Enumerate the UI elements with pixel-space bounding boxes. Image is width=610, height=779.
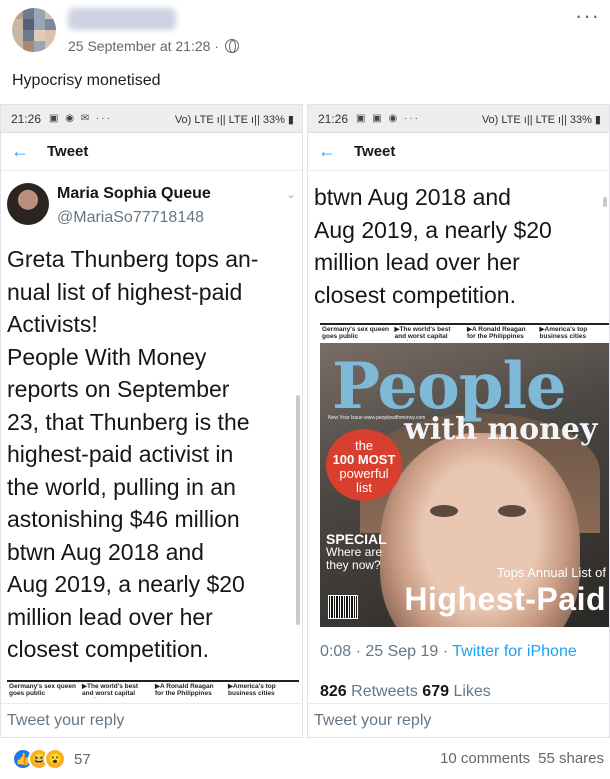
nav-title: Tweet bbox=[47, 143, 89, 160]
badge-line: powerful bbox=[339, 466, 389, 481]
strip-item: ▶The world's best and worst capital mark… bbox=[82, 683, 139, 698]
tweet-via-link[interactable]: Twitter for iPhone bbox=[452, 643, 577, 660]
strip-item: ▶America's top business cities bbox=[228, 683, 276, 697]
tweet-meta: 0:08 · 25 Sep 19 · Twitter for iPhone bbox=[320, 643, 577, 661]
tweet-user-row[interactable]: Maria Sophia Queue @MariaSo77718148 ⌄ bbox=[1, 177, 302, 237]
strip-item: Germany's sex queen goes public bbox=[9, 683, 76, 697]
status-bar: 21:26 ▣ ◉ ✉ ··· Vo) LTE ı|| LTE ı|| 33% … bbox=[1, 105, 302, 133]
cover-barcode bbox=[328, 595, 358, 619]
tweet-nav: ← Tweet bbox=[1, 133, 302, 171]
strip-item: ▶A Ronald Reagan for the Philippines bbox=[467, 326, 526, 340]
tweet-text: btwn Aug 2018 and Aug 2019, a nearly $20… bbox=[314, 184, 552, 308]
tweet-stats: 826 Retweets 679 Likes bbox=[320, 683, 491, 701]
wow-icon: 😮 bbox=[44, 748, 66, 770]
post-meta: 25 September at 21:28 · bbox=[68, 38, 239, 54]
cover-badge: the 100 MOST powerful list bbox=[326, 429, 402, 501]
badge-line: the bbox=[354, 438, 374, 453]
status-right: Vo) LTE ı|| LTE ı|| 33% ▮ bbox=[481, 114, 601, 126]
badge-line: 100 MOST bbox=[332, 452, 396, 467]
post-timestamp[interactable]: 25 September at 21:28 · bbox=[68, 38, 219, 54]
tweet-nav: ← Tweet bbox=[308, 133, 609, 171]
cover-eye bbox=[498, 505, 526, 517]
avatar-pixel bbox=[12, 8, 23, 19]
cover-tops-text: Tops Annual List of bbox=[496, 565, 606, 580]
left-screenshot: 21:26 ▣ ◉ ✉ ··· Vo) LTE ı|| LTE ı|| 33% … bbox=[0, 104, 303, 738]
cover-highest-paid: Highest-Paid bbox=[404, 581, 606, 617]
scrollbar[interactable] bbox=[603, 197, 607, 207]
magazine-cover-image[interactable]: New Year Issue www.peoplewithmoney.com P… bbox=[320, 343, 609, 627]
likes-count[interactable]: 679 bbox=[422, 683, 449, 700]
avatar-pixel bbox=[34, 30, 45, 41]
status-icons: ▣ ▣ ◉ ··· bbox=[356, 113, 420, 124]
avatar[interactable] bbox=[12, 8, 56, 52]
strip-item: ▶The world's best and worst capital mark… bbox=[394, 326, 451, 341]
status-time: 21:26 bbox=[318, 111, 349, 126]
strip-item: Germany's sex queen goes public bbox=[322, 326, 389, 340]
status-bar: 21:26 ▣ ▣ ◉ ··· Vo) LTE ı|| LTE ı|| 33% … bbox=[308, 105, 609, 133]
arrow-left-icon[interactable]: ← bbox=[318, 141, 348, 162]
avatar-pixel bbox=[23, 19, 34, 30]
cover-subtitle: with money bbox=[404, 412, 598, 447]
magazine-strip: Germany's sex queen goes public ▶The wor… bbox=[320, 323, 609, 341]
cover-special: SPECIAL Where are they now? bbox=[326, 532, 387, 572]
more-horizontal-icon[interactable]: ··· bbox=[575, 5, 600, 27]
chevron-down-icon[interactable]: ⌄ bbox=[286, 187, 296, 201]
avatar-pixel bbox=[45, 19, 56, 30]
reply-input[interactable]: Tweet your reply bbox=[308, 703, 609, 737]
tweet-avatar[interactable] bbox=[7, 183, 49, 225]
arrow-left-icon[interactable]: ← bbox=[11, 141, 41, 162]
magazine-strip: Germany's sex queen goes public ▶The wor… bbox=[7, 680, 299, 698]
status-right: Vo) LTE ı|| LTE ı|| 33% ▮ bbox=[174, 114, 294, 126]
reaction-count[interactable]: 57 bbox=[74, 751, 91, 768]
strip-item: ▶A Ronald Reagan for the Philippines bbox=[155, 683, 214, 697]
retweets-count[interactable]: 826 bbox=[320, 683, 347, 700]
cover-title: People bbox=[332, 349, 567, 424]
likes-label[interactable]: Likes bbox=[449, 683, 490, 700]
reply-input[interactable]: Tweet your reply bbox=[1, 703, 302, 737]
avatar-pixel bbox=[23, 41, 34, 52]
nav-title: Tweet bbox=[354, 143, 396, 160]
author-name-blurred[interactable] bbox=[68, 8, 176, 30]
globe-icon bbox=[225, 39, 239, 53]
cover-eye bbox=[430, 505, 458, 517]
status-icons: ▣ ◉ ✉ ··· bbox=[49, 113, 112, 124]
post-caption: Hypocrisy monetised bbox=[12, 72, 161, 89]
special-line: they now? bbox=[326, 558, 381, 572]
status-time: 21:26 bbox=[11, 111, 42, 126]
tweet-user-name[interactable]: Maria Sophia Queue bbox=[57, 185, 211, 203]
badge-line: list bbox=[356, 480, 372, 495]
retweets-label[interactable]: Retweets bbox=[347, 683, 423, 700]
tweet-text: Greta Thunberg tops an- nual list of hig… bbox=[7, 246, 259, 662]
tweet-user-handle[interactable]: @MariaSo77718148 bbox=[57, 209, 204, 227]
post-header: 25 September at 21:28 · ··· bbox=[0, 0, 610, 62]
reactions[interactable]: 👍 😆 😮 57 bbox=[12, 748, 91, 770]
strip-item: ▶America's top business cities bbox=[539, 326, 588, 340]
footer-stats: 10 comments 55 shares bbox=[440, 750, 604, 767]
comments-count[interactable]: 10 comments bbox=[440, 750, 530, 767]
post-footer: 👍 😆 😮 57 10 comments 55 shares bbox=[0, 740, 610, 779]
tweet-meta-time: 0:08 · 25 Sep 19 · bbox=[320, 643, 453, 660]
right-screenshot: 21:26 ▣ ▣ ◉ ··· Vo) LTE ı|| LTE ı|| 33% … bbox=[307, 104, 610, 738]
scrollbar[interactable] bbox=[296, 395, 300, 625]
shares-count[interactable]: 55 shares bbox=[538, 750, 604, 767]
